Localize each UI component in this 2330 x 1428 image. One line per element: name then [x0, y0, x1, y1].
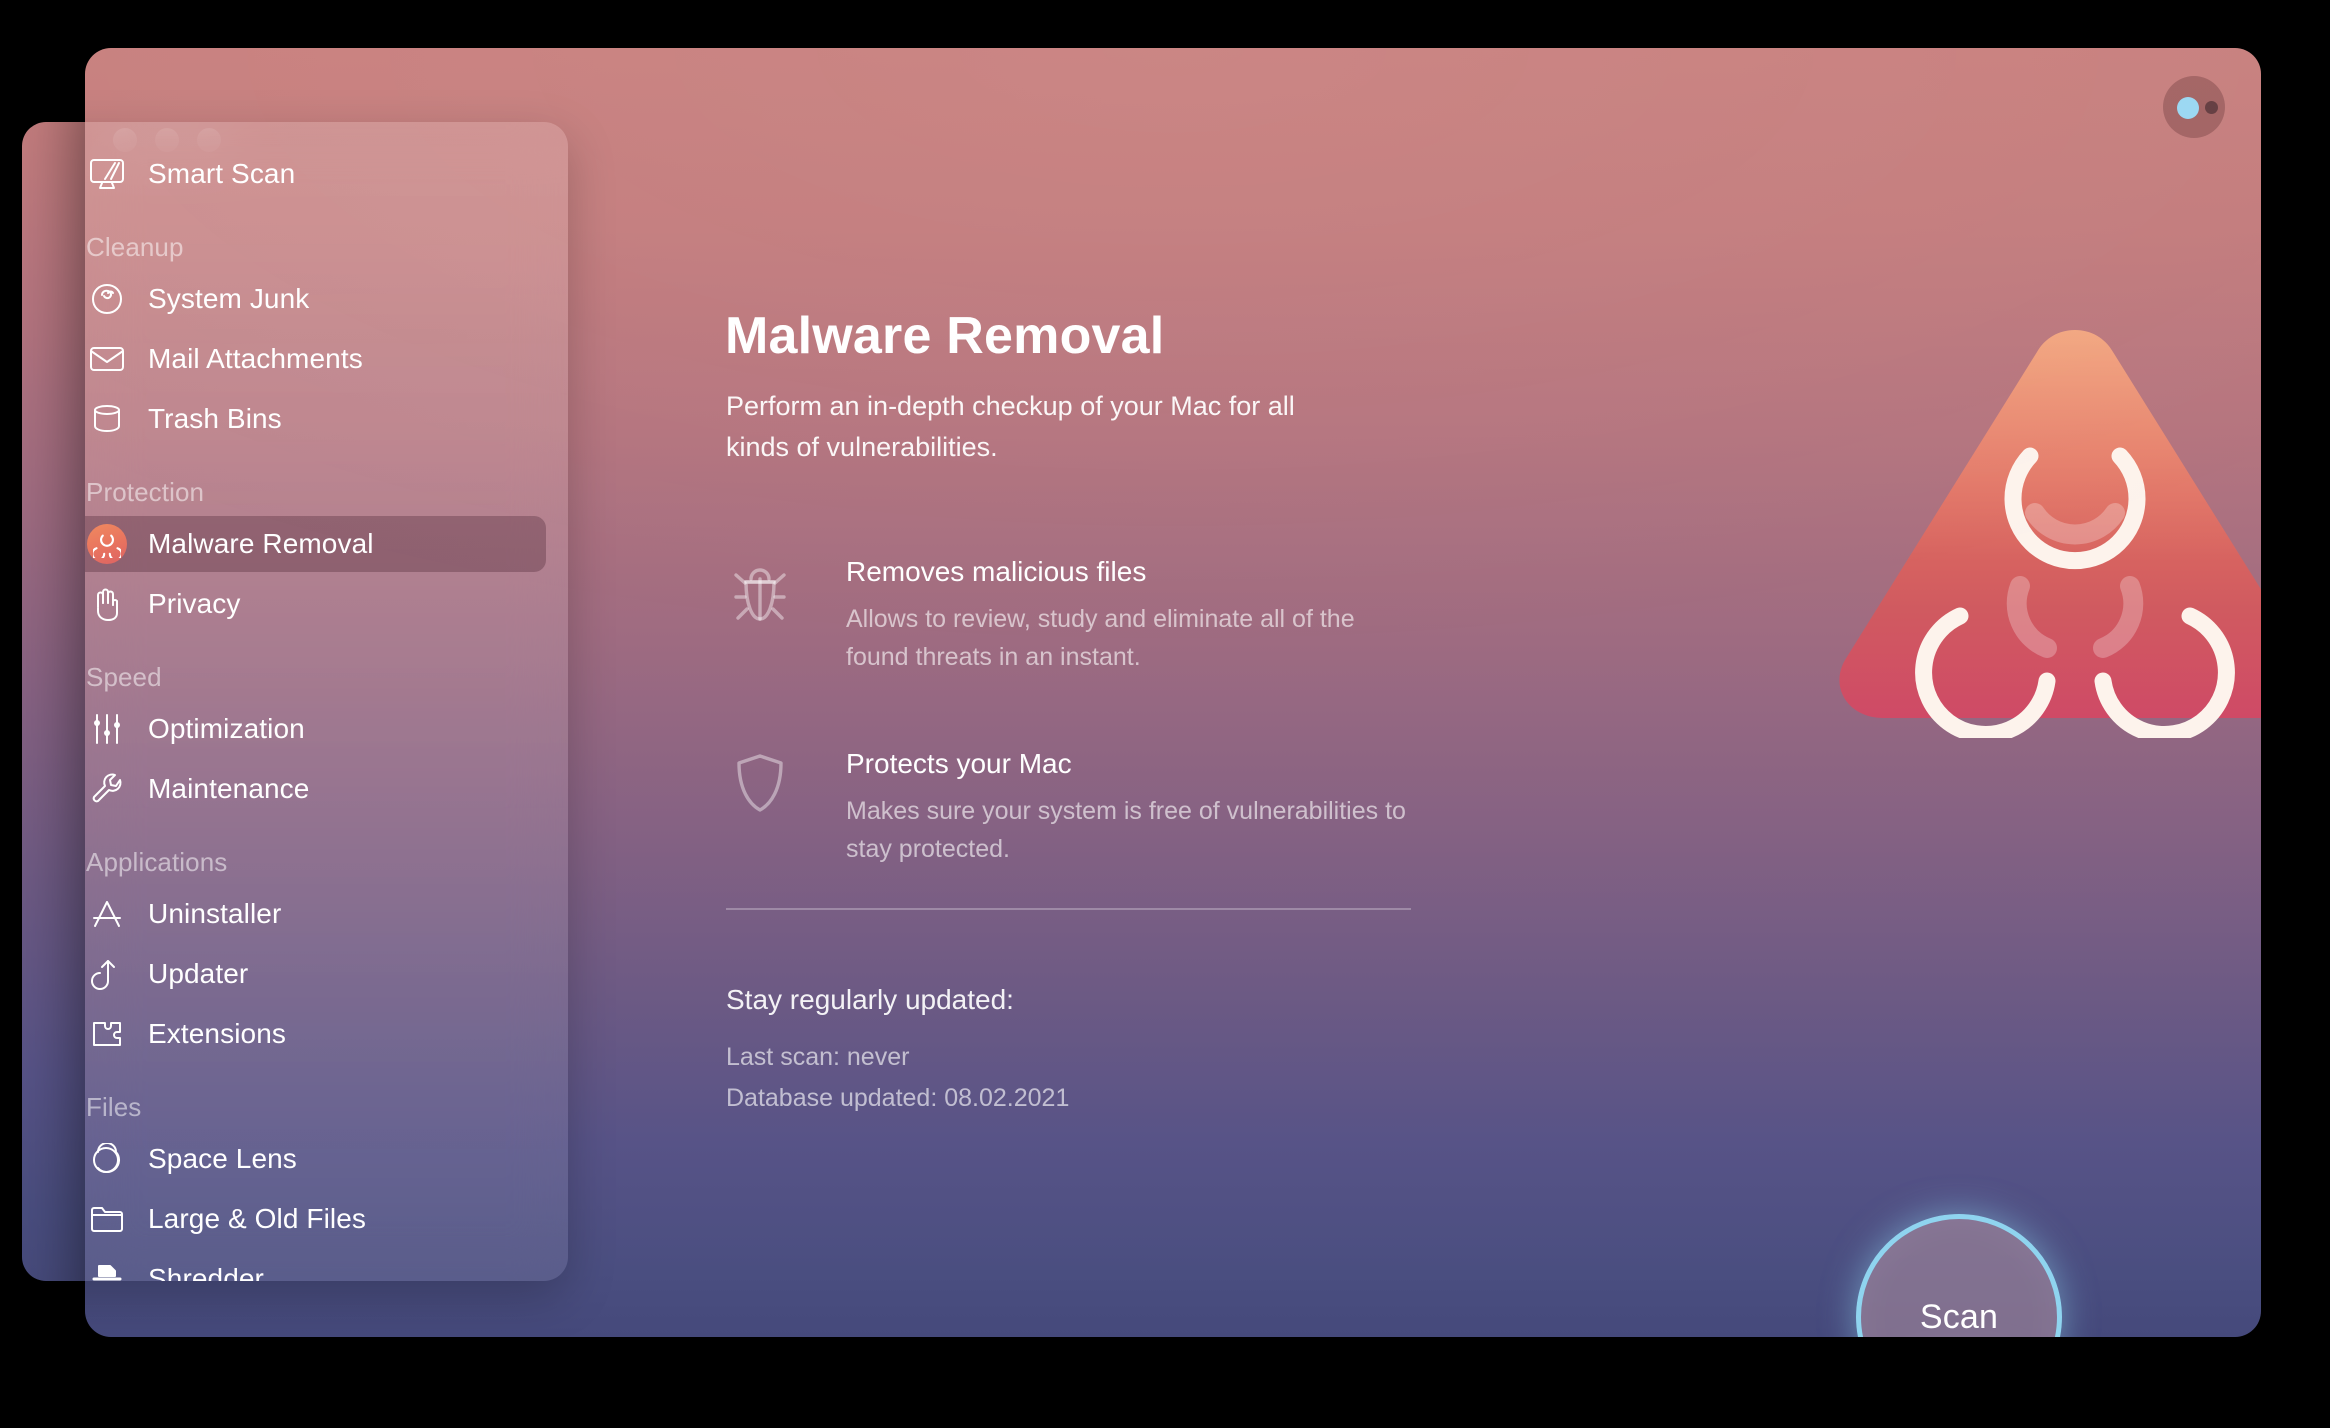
sidebar-item-mail-attachments[interactable]: Mail Attachments — [85, 331, 546, 387]
junk-icon — [86, 278, 128, 320]
updated-heading: Stay regularly updated: — [726, 984, 1014, 1015]
feature-title: Removes malicious files — [846, 556, 1147, 587]
sidebar-item-label: Large & Old Files — [148, 1203, 367, 1234]
sidebar-item-label: Smart Scan — [148, 158, 296, 189]
app-window: Malware Removal Perform an in-depth chec… — [85, 48, 2261, 1337]
page-description: Perform an in-depth checkup of your Mac … — [726, 391, 1295, 462]
sidebar-item-system-junk[interactable]: System Junk — [85, 271, 546, 327]
sidebar-group-protection: Protection — [86, 477, 205, 507]
sidebar-item-label: Mail Attachments — [148, 343, 363, 374]
bug-icon — [726, 556, 794, 676]
screen: Malware Removal Perform an in-depth chec… — [0, 0, 2330, 1428]
wrench-icon — [86, 768, 128, 810]
scan-button[interactable]: Scan — [1856, 1214, 2062, 1337]
sidebar-item-trash-bins[interactable]: Trash Bins — [85, 391, 546, 447]
shredder-icon — [86, 1258, 128, 1281]
sidebar-item-optimization[interactable]: Optimization — [85, 701, 546, 757]
sidebar-item-space-lens[interactable]: Space Lens — [85, 1131, 546, 1187]
mail-icon — [86, 338, 128, 380]
sidebar-item-label: Maintenance — [148, 773, 310, 804]
sidebar-group-files: Files — [86, 1092, 142, 1122]
sidebar-item-label: Trash Bins — [148, 403, 282, 434]
sidebar-item-label: System Junk — [148, 283, 310, 314]
sidebar-item-label: Uninstaller — [148, 898, 282, 929]
puzzle-piece-icon — [86, 1013, 128, 1055]
planet-icon — [86, 1138, 128, 1180]
sidebar-item-uninstaller[interactable]: Uninstaller — [85, 886, 546, 942]
scan-button-label: Scan — [1919, 1297, 1999, 1336]
biohazard-icon — [86, 523, 128, 565]
section-divider — [726, 908, 1411, 910]
sidebar-item-label: Shredder — [148, 1263, 264, 1281]
hand-icon — [86, 583, 128, 625]
feature-description: Allows to review, study and eliminate al… — [846, 605, 1355, 671]
feature-item: Removes malicious files Allows to review… — [726, 556, 1466, 676]
update-arrow-icon — [86, 953, 128, 995]
feature-description: Makes sure your system is free of vulner… — [846, 797, 1406, 863]
sidebar-group-speed: Speed — [86, 662, 162, 692]
sidebar-item-label: Malware Removal — [148, 528, 374, 559]
sidebar-underlay — [22, 122, 85, 1281]
sidebar: Smart Scan Cleanup System Junk Mail Atta… — [85, 122, 568, 1281]
sidebar-item-updater[interactable]: Updater — [85, 946, 546, 1002]
sidebar-item-shredder[interactable]: Shredder — [85, 1251, 546, 1281]
sidebar-group-cleanup: Cleanup — [86, 232, 184, 262]
sidebar-item-maintenance[interactable]: Maintenance — [85, 761, 546, 817]
database-updated-text: Database updated: 08.02.2021 — [726, 1084, 1070, 1112]
sidebar-item-label: Optimization — [148, 713, 305, 744]
sidebar-item-privacy[interactable]: Privacy — [85, 576, 546, 632]
trash-bin-icon — [86, 398, 128, 440]
page-title: Malware Removal — [725, 307, 1165, 365]
sidebar-item-malware-removal[interactable]: Malware Removal — [85, 516, 546, 572]
sliders-icon — [86, 708, 128, 750]
app-store-icon — [86, 893, 128, 935]
feature-item: Protects your Mac Makes sure your system… — [726, 748, 1466, 868]
last-scan-text: Last scan: never — [726, 1043, 910, 1071]
sidebar-item-label: Extensions — [148, 1018, 286, 1049]
shield-icon — [726, 748, 794, 868]
folder-icon — [86, 1198, 128, 1240]
main-content: Malware Removal Perform an in-depth chec… — [640, 48, 2261, 1337]
sidebar-group-applications: Applications — [86, 847, 228, 877]
sidebar-item-label: Space Lens — [148, 1143, 297, 1174]
feature-title: Protects your Mac — [846, 748, 1072, 779]
display-icon — [86, 153, 128, 195]
sidebar-item-label: Privacy — [148, 588, 241, 619]
sidebar-item-label: Updater — [148, 958, 249, 989]
sidebar-item-extensions[interactable]: Extensions — [85, 1006, 546, 1062]
sidebar-item-large-and-old-files[interactable]: Large & Old Files — [85, 1191, 546, 1247]
sidebar-item-smart-scan[interactable]: Smart Scan — [85, 146, 546, 202]
biohazard-warning-triangle-icon — [1815, 308, 2261, 743]
